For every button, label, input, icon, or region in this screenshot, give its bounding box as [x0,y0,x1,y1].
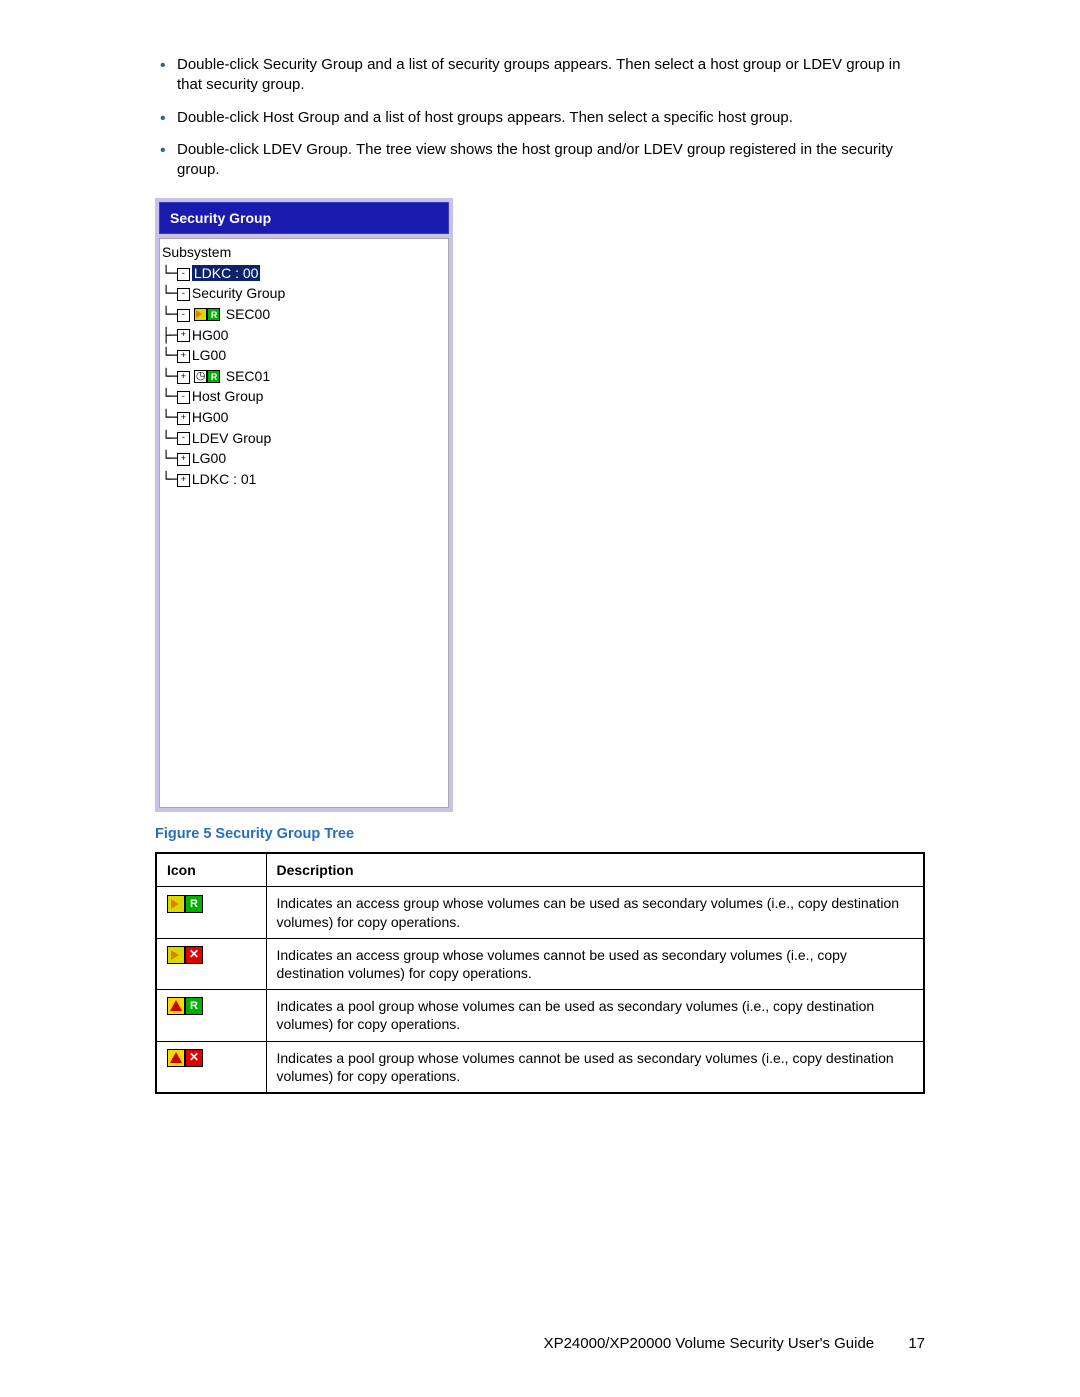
expand-icon[interactable]: + [177,371,190,384]
page-footer: XP24000/XP20000 Volume Security User's G… [544,1335,925,1352]
table-row: Indicates a pool group whose volumes can… [156,1041,924,1093]
figure-caption: Figure 5 Security Group Tree [155,826,925,842]
table-row: Indicates an access group whose volumes … [156,938,924,989]
tree-node-label: HG00 [192,409,229,425]
tree-title: Security Group [159,202,449,234]
table-header-desc: Description [266,853,924,887]
tree-node-label: LDKC : 01 [192,471,257,487]
tree-node[interactable]: └─-LDEV Group [162,429,446,450]
table-header-icon: Icon [156,853,266,887]
tree-node[interactable]: └─- SEC00 [162,305,446,326]
icon-cell [156,1041,266,1093]
tree-node[interactable]: └─-LDKC : 00 [162,264,446,285]
expand-icon[interactable]: + [177,350,190,363]
security-group-tree-panel: Security Group Subsystem └─-LDKC : 00 └─… [155,198,453,812]
tree-node-label: SEC00 [226,306,270,322]
tree-node-label: HG00 [192,327,229,343]
tree-node[interactable]: Subsystem [162,243,446,264]
expand-icon[interactable]: - [177,288,190,301]
tree-node-label: Subsystem [162,244,231,260]
tree-node-label: LDKC : 00 [192,265,261,281]
icon-cell [156,887,266,938]
desc-cell: Indicates an access group whose volumes … [266,887,924,938]
access-red-icon [167,946,207,966]
expand-icon[interactable]: + [177,412,190,425]
desc-cell: Indicates a pool group whose volumes can… [266,990,924,1041]
tree-node-label: Host Group [192,388,264,404]
icon-description-table: Icon Description Indicates an access gro… [155,852,925,1094]
tree-node[interactable]: └─+HG00 [162,408,446,429]
tree-node[interactable]: └─-Security Group [162,284,446,305]
tree-node-label: LG00 [192,347,226,363]
expand-icon[interactable]: - [177,432,190,445]
tree-node[interactable]: └─-Host Group [162,387,446,408]
bullet-item: Double-click LDEV Group. The tree view s… [155,140,925,181]
expand-icon[interactable]: + [177,329,190,342]
expand-icon[interactable]: + [177,474,190,487]
tree-node-label: SEC01 [226,368,270,384]
expand-icon[interactable]: - [177,268,190,281]
tree-node-label: Security Group [192,285,285,301]
expand-icon[interactable]: - [177,309,190,322]
expand-icon[interactable]: + [177,453,190,466]
footer-text: XP24000/XP20000 Volume Security User's G… [544,1335,875,1352]
tree-node[interactable]: ├─+HG00 [162,326,446,347]
bullet-item: Double-click Host Group and a list of ho… [155,108,925,128]
expand-icon[interactable]: - [177,391,190,404]
access-green-icon [194,308,220,322]
pool-green-icon [167,997,207,1017]
table-row: Indicates an access group whose volumes … [156,887,924,938]
tree-node-label: LG00 [192,450,226,466]
instruction-list: Double-click Security Group and a list o… [155,55,925,180]
tree-node[interactable]: └─+LDKC : 01 [162,470,446,491]
tree-node[interactable]: └─+LG00 [162,346,446,367]
tree-node[interactable]: └─+ SEC01 [162,367,446,388]
tree-node-label: LDEV Group [192,430,271,446]
tree-body[interactable]: Subsystem └─-LDKC : 00 └─-Security Group… [159,238,449,808]
clock-green-icon [194,370,220,384]
desc-cell: Indicates a pool group whose volumes can… [266,1041,924,1093]
desc-cell: Indicates an access group whose volumes … [266,938,924,989]
access-green-icon [167,895,207,915]
bullet-item: Double-click Security Group and a list o… [155,55,925,96]
icon-cell [156,938,266,989]
pool-red-icon [167,1049,207,1069]
page-number: 17 [908,1335,925,1352]
tree-node[interactable]: └─+LG00 [162,449,446,470]
icon-cell [156,990,266,1041]
table-row: Indicates a pool group whose volumes can… [156,990,924,1041]
